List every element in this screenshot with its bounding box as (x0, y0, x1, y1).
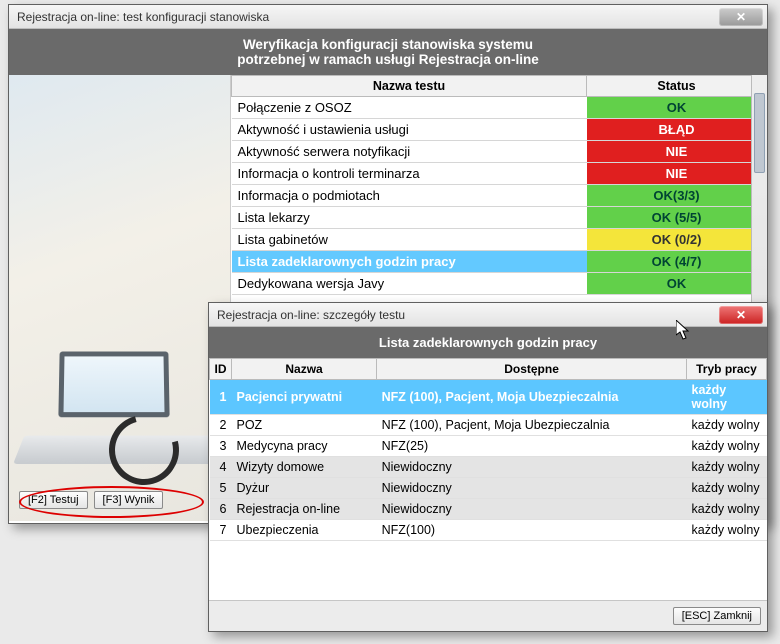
cell-id: 3 (210, 436, 232, 457)
main-banner: Weryfikacja konfiguracji stanowiska syst… (9, 29, 767, 75)
cell-mode: każdy wolny (687, 520, 767, 541)
detail-row[interactable]: 2POZNFZ (100), Pacjent, Moja Ubezpieczal… (210, 415, 767, 436)
detail-title: Rejestracja on-line: szczegóły testu (217, 308, 405, 322)
test-table: Nazwa testu Status Połączenie z OSOZOKAk… (231, 75, 767, 295)
result-button[interactable]: [F3] Wynik (94, 491, 164, 509)
cell-mode: każdy wolny (687, 499, 767, 520)
test-name: Lista zadeklarownych godzin pracy (232, 251, 587, 273)
test-row[interactable]: Połączenie z OSOZOK (232, 97, 767, 119)
detail-row[interactable]: 3Medycyna pracyNFZ(25)każdy wolny (210, 436, 767, 457)
cell-name: Rejestracja on-line (232, 499, 377, 520)
test-status: OK(3/3) (587, 185, 767, 207)
detail-banner: Lista zadeklarownych godzin pracy (209, 327, 767, 358)
cell-avail: NFZ(100) (377, 520, 687, 541)
test-name: Aktywność i ustawienia usługi (232, 119, 587, 141)
test-row[interactable]: Lista zadeklarownych godzin pracyOK (4/7… (232, 251, 767, 273)
cell-id: 1 (210, 380, 232, 415)
cell-name: Wizyty domowe (232, 457, 377, 478)
test-name: Połączenie z OSOZ (232, 97, 587, 119)
cell-id: 4 (210, 457, 232, 478)
cell-name: POZ (232, 415, 377, 436)
test-row[interactable]: Informacja o kontroli terminarzaNIE (232, 163, 767, 185)
detail-table: ID Nazwa Dostępne Tryb pracy 1Pacjenci p… (209, 358, 767, 541)
detail-row[interactable]: 7UbezpieczeniaNFZ(100)każdy wolny (210, 520, 767, 541)
cell-id: 5 (210, 478, 232, 499)
detail-row[interactable]: 1Pacjenci prywatniNFZ (100), Pacjent, Mo… (210, 380, 767, 415)
cell-mode: każdy wolny (687, 478, 767, 499)
test-name: Lista gabinetów (232, 229, 587, 251)
close-icon[interactable]: ✕ (719, 8, 763, 26)
cell-mode: każdy wolny (687, 436, 767, 457)
close-button[interactable]: [ESC] Zamknij (673, 607, 761, 625)
cell-id: 6 (210, 499, 232, 520)
main-title: Rejestracja on-line: test konfiguracji s… (17, 10, 269, 24)
cell-name: Pacjenci prywatni (232, 380, 377, 415)
test-status: OK (587, 97, 767, 119)
cell-avail: Niewidoczny (377, 457, 687, 478)
cell-avail: NFZ(25) (377, 436, 687, 457)
cell-mode: każdy wolny (687, 380, 767, 415)
cell-avail: Niewidoczny (377, 478, 687, 499)
test-status: NIE (587, 163, 767, 185)
test-status: OK (4/7) (587, 251, 767, 273)
test-name: Informacja o podmiotach (232, 185, 587, 207)
col-mode: Tryb pracy (687, 359, 767, 380)
cell-name: Medycyna pracy (232, 436, 377, 457)
test-row[interactable]: Lista gabinetówOK (0/2) (232, 229, 767, 251)
cell-name: Ubezpieczenia (232, 520, 377, 541)
detail-footer: [ESC] Zamknij (209, 600, 767, 631)
test-row[interactable]: Dedykowana wersja JavyOK (232, 273, 767, 295)
test-status: NIE (587, 141, 767, 163)
cell-mode: każdy wolny (687, 457, 767, 478)
test-row[interactable]: Aktywność i ustawienia usługiBŁĄD (232, 119, 767, 141)
cell-id: 2 (210, 415, 232, 436)
col-id: ID (210, 359, 232, 380)
test-status: OK (5/5) (587, 207, 767, 229)
test-name: Informacja o kontroli terminarza (232, 163, 587, 185)
test-name: Dedykowana wersja Javy (232, 273, 587, 295)
test-row[interactable]: Lista lekarzyOK (5/5) (232, 207, 767, 229)
test-button[interactable]: [F2] Testuj (19, 491, 88, 509)
cell-avail: NFZ (100), Pacjent, Moja Ubezpieczalnia (377, 415, 687, 436)
cell-name: Dyżur (232, 478, 377, 499)
col-test-name: Nazwa testu (232, 76, 587, 97)
main-titlebar[interactable]: Rejestracja on-line: test konfiguracji s… (9, 5, 767, 29)
banner-line1: Weryfikacja konfiguracji stanowiska syst… (243, 37, 533, 52)
cell-mode: każdy wolny (687, 415, 767, 436)
detail-row[interactable]: 6Rejestracja on-lineNiewidocznykażdy wol… (210, 499, 767, 520)
col-name: Nazwa (232, 359, 377, 380)
detail-window: Rejestracja on-line: szczegóły testu ✕ L… (208, 302, 768, 632)
cell-id: 7 (210, 520, 232, 541)
test-status: OK (0/2) (587, 229, 767, 251)
cell-avail: NFZ (100), Pacjent, Moja Ubezpieczalnia (377, 380, 687, 415)
test-status: OK (587, 273, 767, 295)
detail-row[interactable]: 4Wizyty domoweNiewidocznykażdy wolny (210, 457, 767, 478)
test-row[interactable]: Informacja o podmiotachOK(3/3) (232, 185, 767, 207)
test-row[interactable]: Aktywność serwera notyfikacjiNIE (232, 141, 767, 163)
test-status: BŁĄD (587, 119, 767, 141)
test-name: Aktywność serwera notyfikacji (232, 141, 587, 163)
side-illustration: [F2] Testuj [F3] Wynik (9, 75, 231, 521)
detail-row[interactable]: 5DyżurNiewidocznykażdy wolny (210, 478, 767, 499)
col-avail: Dostępne (377, 359, 687, 380)
test-name: Lista lekarzy (232, 207, 587, 229)
col-test-status: Status (587, 76, 767, 97)
banner-line2: potrzebnej w ramach usługi Rejestracja o… (9, 52, 767, 67)
cell-avail: Niewidoczny (377, 499, 687, 520)
stethoscope-icon (109, 405, 189, 465)
detail-titlebar[interactable]: Rejestracja on-line: szczegóły testu ✕ (209, 303, 767, 327)
close-icon[interactable]: ✕ (719, 306, 763, 324)
